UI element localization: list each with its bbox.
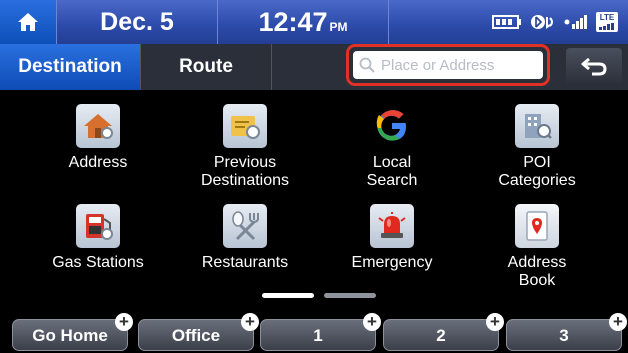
- tab-route[interactable]: Route: [141, 44, 272, 90]
- add-favorite-icon[interactable]: +: [609, 313, 627, 331]
- menu-item-label-line-2: Search: [366, 172, 418, 189]
- menu-item-label-line-2: Categories: [498, 172, 576, 189]
- clock-display: 12:47 PM: [218, 0, 389, 44]
- favorite-label: Go Home: [32, 326, 108, 345]
- menu-item-label-line-1: Local: [372, 154, 412, 171]
- search-icon: [359, 57, 375, 73]
- status-indicators: LTE: [389, 12, 628, 32]
- folder-clock-icon: [223, 104, 267, 148]
- favorite-button-go-home[interactable]: Go Home +: [12, 313, 133, 351]
- favorite-label: 2: [436, 326, 446, 345]
- favorite-button-office[interactable]: Office +: [138, 313, 259, 351]
- building-search-icon: [515, 104, 559, 148]
- status-bar: Dec. 5 12:47 PM LTE: [0, 0, 628, 44]
- menu-item-label: POI Categories: [462, 154, 612, 190]
- page-dot-active[interactable]: [262, 293, 314, 298]
- signal-strength-icon: [564, 15, 587, 29]
- bluetooth-audio-icon: [531, 15, 553, 29]
- destination-menu-grid: Address Previous Destinations Local Search: [0, 96, 628, 292]
- menu-item-label-line-1: Address: [507, 254, 567, 271]
- home-button[interactable]: [0, 0, 57, 44]
- menu-item-label: Gas Stations: [52, 254, 144, 271]
- page-indicator: [0, 293, 628, 299]
- siren-icon: [370, 204, 414, 248]
- menu-item-restaurants[interactable]: Restaurants: [170, 204, 320, 272]
- menu-item-label: Address Book: [462, 254, 612, 290]
- menu-item-label-line-2: Book: [518, 272, 556, 289]
- menu-item-gas-stations[interactable]: Gas Stations: [23, 204, 173, 272]
- favorite-label: 1: [313, 326, 323, 345]
- gas-pump-icon: [76, 204, 120, 248]
- menu-item-label: Address: [68, 154, 128, 171]
- menu-item-poi-categories[interactable]: POI Categories: [462, 104, 612, 190]
- add-favorite-icon[interactable]: +: [363, 313, 381, 331]
- favorite-button-2[interactable]: 2 +: [383, 313, 504, 351]
- clock-time: 12:47: [258, 7, 328, 37]
- menu-item-address[interactable]: Address: [23, 104, 173, 172]
- menu-item-emergency[interactable]: Emergency: [317, 204, 467, 272]
- menu-item-label-line-1: POI: [523, 154, 551, 171]
- menu-item-previous-destinations[interactable]: Previous Destinations: [170, 104, 320, 190]
- back-button[interactable]: [566, 48, 622, 84]
- menu-item-label-line-1: Previous: [213, 154, 277, 171]
- search-placeholder: Place or Address: [381, 56, 495, 74]
- spoon-fork-icon: [223, 204, 267, 248]
- favorite-label: Office: [171, 326, 221, 345]
- add-favorite-icon[interactable]: +: [486, 313, 504, 331]
- address-book-icon: [515, 204, 559, 248]
- page-dot-inactive[interactable]: [324, 293, 376, 298]
- favorite-label: 3: [559, 326, 569, 345]
- menu-item-local-search[interactable]: Local Search: [317, 104, 467, 190]
- lte-icon: LTE: [596, 12, 618, 32]
- battery-icon: [492, 15, 521, 29]
- search-input[interactable]: Place or Address: [353, 51, 543, 79]
- menu-item-address-book[interactable]: Address Book: [462, 204, 612, 290]
- menu-item-label-line-2: Destinations: [200, 172, 290, 189]
- house-icon: [76, 104, 120, 148]
- favorite-button-1[interactable]: 1 +: [260, 313, 381, 351]
- tab-bar: Destination Route Place or Address: [0, 44, 628, 90]
- add-favorite-icon[interactable]: +: [115, 313, 133, 331]
- menu-item-label: Local Search: [317, 154, 467, 190]
- menu-item-label: Emergency: [351, 254, 433, 271]
- favorite-button-3[interactable]: 3 +: [506, 313, 627, 351]
- favorites-bar: Go Home + Office + 1 + 2 + 3 +: [0, 313, 628, 353]
- add-favorite-icon[interactable]: +: [241, 313, 259, 331]
- menu-item-label: Previous Destinations: [170, 154, 320, 190]
- clock-ampm: PM: [329, 20, 348, 34]
- home-icon: [18, 13, 38, 31]
- back-arrow-icon: [581, 57, 607, 76]
- tab-destination[interactable]: Destination: [0, 44, 141, 90]
- search-highlight: Place or Address: [346, 44, 550, 86]
- date-display: Dec. 5: [57, 0, 218, 44]
- google-icon: [370, 104, 414, 148]
- navigation-screen: Dec. 5 12:47 PM LTE Destination Route Pl…: [0, 0, 628, 353]
- menu-item-label: Restaurants: [201, 254, 289, 271]
- lte-label: LTE: [599, 13, 615, 22]
